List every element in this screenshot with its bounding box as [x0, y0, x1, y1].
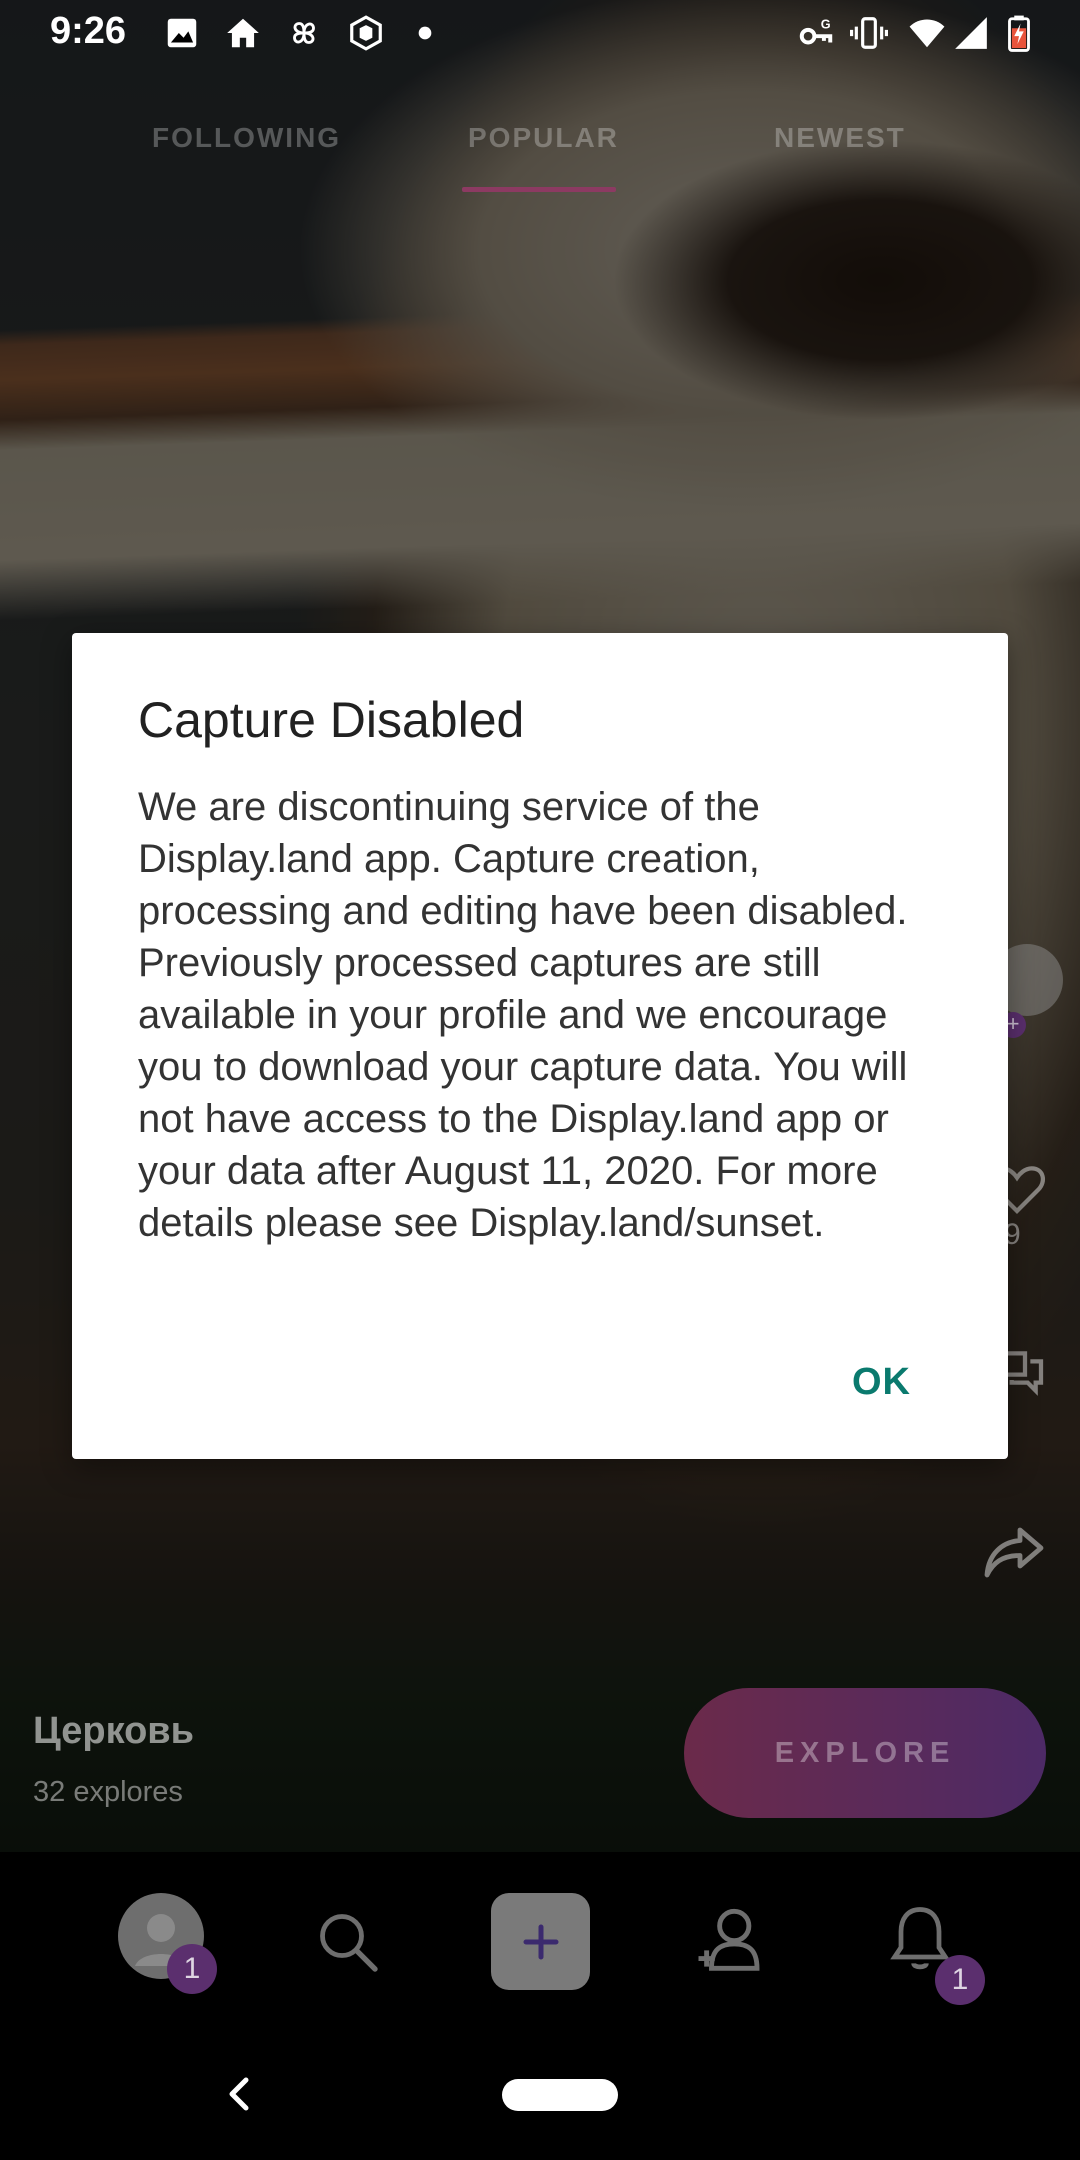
wifi-icon	[909, 19, 945, 48]
status-bar: 9:26 G	[0, 0, 1080, 64]
signal-icon	[955, 17, 987, 49]
explore-button[interactable]: EXPLORE	[684, 1688, 1046, 1818]
battery-icon	[1008, 15, 1030, 52]
shield-app-icon	[350, 15, 382, 51]
search-icon[interactable]	[312, 1906, 384, 1978]
tab-popular[interactable]: POPULAR	[468, 122, 619, 154]
dialog-title: Capture Disabled	[138, 692, 525, 748]
tab-following[interactable]: FOLLOWING	[152, 122, 341, 154]
back-icon[interactable]	[224, 2074, 254, 2114]
dialog-message: We are discontinuing service of the Disp…	[138, 785, 908, 1245]
profile-badge: 1	[167, 1944, 217, 1994]
vpn-key-icon: G	[799, 17, 833, 45]
home-pill[interactable]	[502, 2079, 618, 2111]
share-icon[interactable]	[978, 1515, 1050, 1587]
tab-newest[interactable]: NEWEST	[774, 122, 906, 154]
explore-count: 32 explores	[33, 1776, 183, 1808]
screen: 9:26 G FOLLOWING POPULAR NEWEST + 9 Церк…	[0, 0, 1080, 2160]
capture-title[interactable]: Церковь	[33, 1710, 194, 1753]
svg-text:G: G	[821, 17, 831, 31]
image-icon	[167, 18, 197, 48]
active-tab-indicator	[462, 187, 616, 192]
capture-disabled-dialog: Capture Disabled We are discontinuing se…	[72, 633, 1008, 1459]
pinwheel-icon	[293, 22, 315, 44]
home-icon	[227, 18, 259, 48]
notifications-badge: 1	[935, 1955, 985, 2005]
dot-icon	[418, 26, 432, 40]
vibrate-icon	[850, 17, 888, 49]
ok-button[interactable]: OK	[852, 1361, 911, 1404]
create-capture-button[interactable]	[491, 1893, 590, 1990]
plus-icon	[523, 1924, 558, 1959]
add-person-icon[interactable]	[692, 1900, 770, 1978]
status-time: 9:26	[50, 10, 127, 52]
